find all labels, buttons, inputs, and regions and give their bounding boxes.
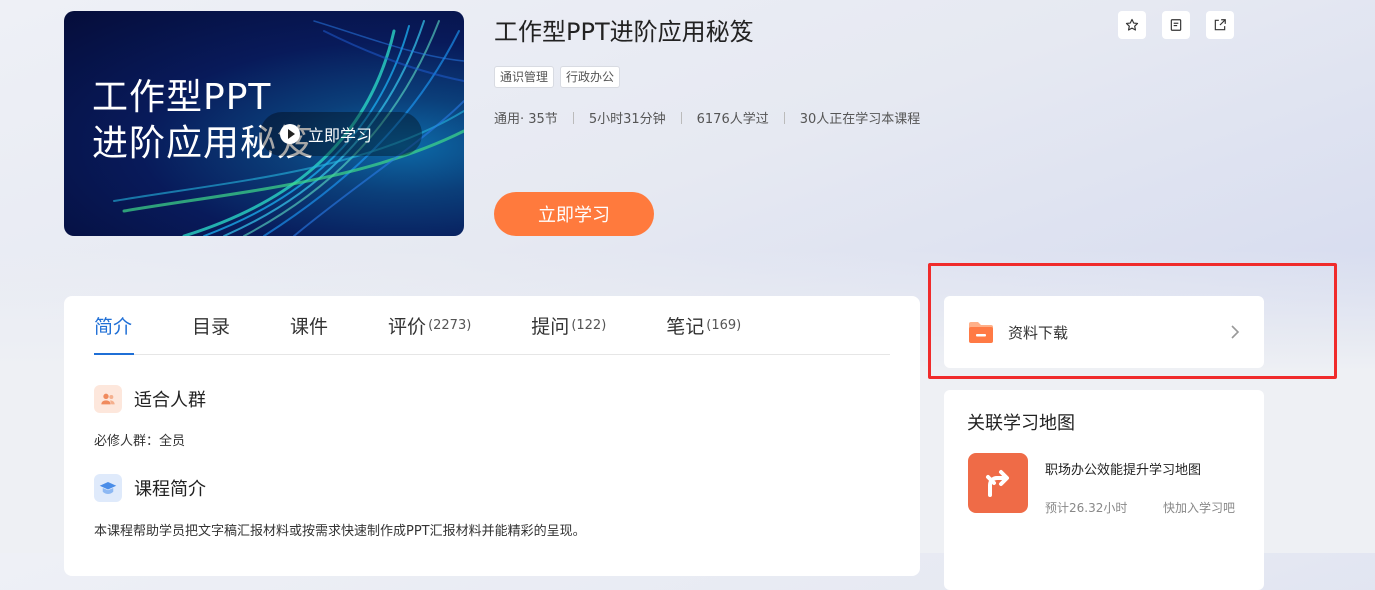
course-actions [1118, 11, 1234, 39]
tab-questions[interactable]: 提问 (122) [531, 296, 606, 354]
tab-label: 评价 [388, 315, 427, 338]
course-meta: 通用· 35节 5小时31分钟 6176人学过 30人正在学习本课程 [494, 108, 920, 127]
learning-map-thumbnail[interactable] [968, 453, 1028, 513]
learning-map-estimate: 预计26.32小时 [1045, 501, 1128, 515]
tab-label: 提问 [531, 315, 570, 338]
cover-play-button[interactable]: 立即学习 [260, 112, 422, 156]
meta-duration: 5小时31分钟 [588, 112, 666, 127]
route-icon [986, 470, 1009, 497]
divider [680, 111, 682, 124]
divider [572, 111, 574, 124]
star-icon [1125, 18, 1139, 31]
summary-title: 课程简介 [134, 479, 206, 500]
start-learning-button[interactable]: 立即学习 [494, 192, 654, 236]
detail-tabs: 简介 目录 课件 评价 (2273) 提问 (122) 笔记 (169) [94, 296, 890, 355]
learning-map-name[interactable]: 职场办公效能提升学习地图 [1045, 459, 1201, 478]
tab-label: 简介 [94, 315, 133, 338]
meta-active-learners: 30人正在学习本课程 [799, 112, 921, 127]
course-tags: 通识管理 行政办公 [494, 66, 621, 88]
cover-play-label: 立即学习 [308, 126, 373, 145]
course-cover[interactable]: 工作型PPT 进阶应用秘笈 立即学习 [64, 11, 464, 236]
learning-map-title: 关联学习地图 [967, 413, 1075, 434]
tab-intro[interactable]: 简介 [94, 296, 135, 355]
tab-notes[interactable]: 笔记 (169) [666, 296, 741, 354]
divider [783, 111, 785, 124]
course-tag[interactable]: 通识管理 [494, 66, 555, 88]
tab-count: (2273) [428, 317, 472, 333]
tab-label: 目录 [192, 315, 231, 338]
learning-map-join-link[interactable]: 快加入学习吧 [1163, 499, 1235, 516]
course-title: 工作型PPT进阶应用秘笈 [494, 18, 754, 46]
tab-label: 笔记 [666, 315, 705, 338]
tab-reviews[interactable]: 评价 (2273) [388, 296, 471, 354]
course-detail-panel: 简介 目录 课件 评价 (2273) 提问 (122) 笔记 (169) 适合人… [64, 296, 920, 576]
audience-section-header: 适合人群 [94, 385, 206, 413]
tab-count: (122) [571, 317, 607, 333]
highlight-box [928, 263, 1337, 379]
audience-text: 必修人群：全员 [94, 434, 186, 449]
play-icon [280, 124, 300, 144]
meta-learners: 6176人学过 [696, 112, 769, 127]
learning-map-card: 关联学习地图 职场办公效能提升学习地图 预计26.32小时 快加入学习吧 [944, 390, 1264, 590]
tab-catalog[interactable]: 目录 [192, 296, 230, 354]
audience-icon [94, 385, 122, 413]
tab-count: (169) [706, 317, 742, 333]
share-button[interactable] [1206, 11, 1234, 39]
tab-courseware[interactable]: 课件 [290, 296, 328, 354]
meta-lessons: 通用· 35节 [494, 112, 558, 127]
favorite-button[interactable] [1118, 11, 1146, 39]
summary-section-header: 课程简介 [94, 474, 206, 502]
course-tag[interactable]: 行政办公 [560, 66, 621, 88]
summary-text: 本课程帮助学员把文字稿汇报材料或按需求快速制作成PPT汇报材料并能精彩的呈现。 [94, 524, 586, 539]
audience-title: 适合人群 [134, 390, 206, 411]
notes-icon [1170, 19, 1182, 31]
graduation-cap-icon [94, 474, 122, 502]
tab-label: 课件 [290, 315, 329, 338]
notes-button[interactable] [1162, 11, 1190, 39]
share-icon [1214, 19, 1226, 31]
